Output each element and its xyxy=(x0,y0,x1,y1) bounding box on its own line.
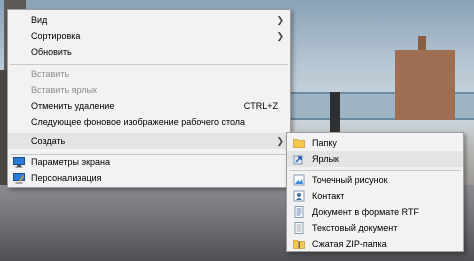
menu-item-refresh[interactable]: Обновить xyxy=(8,44,290,60)
bridge-tower-right xyxy=(395,50,455,120)
submenu-item-label: Сжатая ZIP-папка xyxy=(312,239,387,249)
menu-item-label: Параметры экрана xyxy=(31,157,110,167)
menu-item-label: Персонализация xyxy=(31,173,102,183)
menu-item-shortcut: CTRL+Z xyxy=(243,101,278,111)
menu-item-new[interactable]: Создать ❯ xyxy=(8,133,290,149)
menu-item-next-background[interactable]: Следующее фоновое изображение рабочего с… xyxy=(8,114,290,130)
menu-item-sort[interactable]: Сортировка ❯ xyxy=(8,28,290,44)
folder-icon xyxy=(293,139,305,148)
submenu-item-folder[interactable]: Папку xyxy=(287,135,463,151)
zip-folder-icon xyxy=(293,240,305,249)
menu-item-view[interactable]: Вид ❯ xyxy=(8,12,290,28)
menu-item-label: Сортировка xyxy=(31,31,81,41)
submenu-item-label: Ярлык xyxy=(312,154,339,164)
menu-item-paste-shortcut[interactable]: Вставить ярлык xyxy=(8,82,290,98)
menu-separator xyxy=(10,64,288,65)
chevron-right-icon: ❯ xyxy=(276,31,284,41)
submenu-item-label: Точечный рисунок xyxy=(312,175,388,185)
submenu-item-zip-folder[interactable]: Сжатая ZIP-папка xyxy=(287,236,463,252)
contact-icon xyxy=(293,190,305,202)
menu-item-label: Отменить удаление xyxy=(31,101,115,111)
submenu-item-label: Папку xyxy=(312,138,337,148)
new-submenu: Папку Ярлык Точечный рисунок Контакт Док… xyxy=(286,132,464,252)
menu-item-label: Следующее фоновое изображение рабочего с… xyxy=(31,117,246,127)
chevron-right-icon: ❯ xyxy=(276,136,284,146)
rtf-document-icon xyxy=(294,206,304,218)
bitmap-icon xyxy=(293,174,305,186)
text-document-icon xyxy=(294,222,304,234)
submenu-item-shortcut[interactable]: Ярлык xyxy=(287,151,463,167)
submenu-item-label: Текстовый документ xyxy=(312,223,398,233)
personalize-icon xyxy=(13,173,25,184)
menu-item-label: Вставить ярлык xyxy=(31,85,97,95)
submenu-item-contact[interactable]: Контакт xyxy=(287,188,463,204)
menu-item-paste[interactable]: Вставить xyxy=(8,66,290,82)
submenu-item-text-document[interactable]: Текстовый документ xyxy=(287,220,463,236)
submenu-item-label: Документ в формате RTF xyxy=(312,207,419,217)
menu-item-personalize[interactable]: Персонализация xyxy=(8,170,290,186)
menu-item-label: Обновить xyxy=(31,47,72,57)
menu-item-undo-delete[interactable]: Отменить удаление CTRL+Z xyxy=(8,98,290,114)
submenu-item-label: Контакт xyxy=(312,191,345,201)
menu-item-label: Вставить xyxy=(31,69,70,79)
menu-item-label: Создать xyxy=(31,136,66,146)
display-settings-icon xyxy=(13,157,25,168)
submenu-item-rtf-document[interactable]: Документ в формате RTF xyxy=(287,204,463,220)
chevron-right-icon: ❯ xyxy=(276,15,284,25)
desktop-context-menu: Вид ❯ Сортировка ❯ Обновить Вставить Вст… xyxy=(7,9,291,188)
submenu-item-bitmap[interactable]: Точечный рисунок xyxy=(287,172,463,188)
menu-item-label: Вид xyxy=(31,15,48,25)
shortcut-icon xyxy=(293,155,303,165)
menu-item-display-settings[interactable]: Параметры экрана xyxy=(8,154,290,170)
menu-separator xyxy=(289,170,461,171)
